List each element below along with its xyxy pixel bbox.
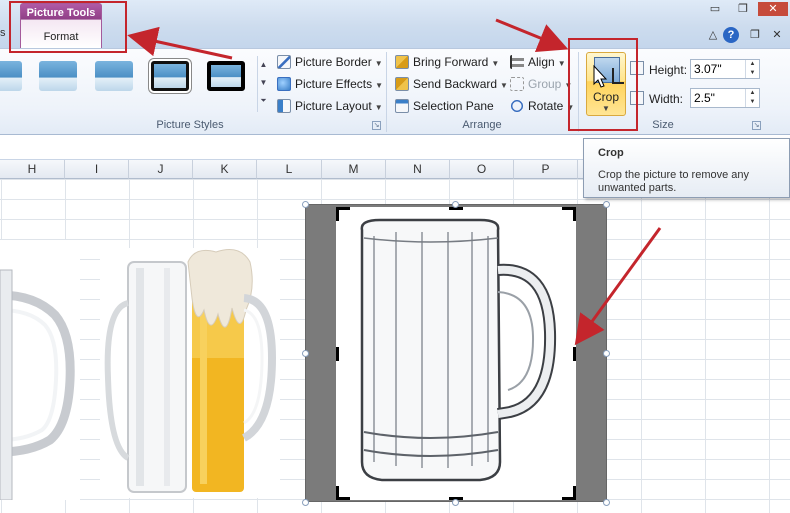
picture-style-thumb-1[interactable] [0,61,22,91]
arrange-group-label: Arrange [462,119,502,131]
crop-handle-top-right[interactable] [562,207,576,221]
bring-forward-icon [395,55,409,69]
column-header-h[interactable]: H [0,160,65,179]
width-spinner-arrows[interactable]: ▲ ▼ [745,89,759,107]
picture-border-icon [277,55,291,69]
resize-handle-bottom-right[interactable] [603,499,610,506]
height-label: Height: [649,63,688,77]
tooltip-body: Crop the picture to remove any unwanted … [598,169,750,194]
column-header-i[interactable]: I [65,160,129,179]
gallery-scroll-arrows[interactable]: ▲ ▼ ⏷ [257,56,269,112]
glass-mug-image[interactable] [340,212,572,496]
crop-handle-right[interactable] [573,347,576,361]
resize-handle-top[interactable] [452,201,459,208]
selection-pane-button[interactable]: Selection Pane [395,97,494,115]
picture-layout-button[interactable]: Picture Layout ▼ [277,97,383,115]
picture-style-thumb-5[interactable] [207,61,245,91]
picture-styles-launcher-icon[interactable]: ↘ [372,121,381,130]
picture-style-thumb-2[interactable] [39,61,77,91]
tooltip-title: Crop [598,147,624,159]
column-header-j[interactable]: J [129,160,193,179]
annotation-box-format-tab [9,1,127,53]
column-header-k[interactable]: K [193,160,257,179]
column-header-l[interactable]: L [257,160,322,179]
annotation-box-crop-button [568,38,638,131]
picture-styles-group-label: Picture Styles [156,119,224,131]
rotate-icon [510,99,524,113]
resize-handle-bottom[interactable] [452,499,459,506]
height-field[interactable]: ▲▼ [690,59,760,79]
picture-style-thumb-3[interactable] [95,61,133,91]
workbook-close-icon[interactable]: ✕ [768,28,786,44]
align-button[interactable]: Align ▼ [510,53,566,71]
resize-handle-right[interactable] [603,350,610,357]
workbook-restore-icon[interactable]: ❐ [746,28,764,44]
mug-image-partial[interactable] [0,240,80,500]
resize-handle-top-right[interactable] [603,201,610,208]
height-input[interactable] [691,60,745,78]
crop-handle-left[interactable] [336,347,339,361]
picture-layout-icon [277,99,291,113]
crop-handle-top-left[interactable] [336,207,350,221]
crop-handle-bottom-left[interactable] [336,486,350,500]
selection-pane-icon [395,99,409,113]
column-header-o[interactable]: O [450,160,514,179]
crop-tooltip: Crop Crop the picture to remove any unwa… [583,138,790,198]
rotate-button[interactable]: Rotate ▼ [510,97,574,115]
picture-style-thumb-4[interactable] [151,61,189,91]
size-launcher-icon[interactable]: ↘ [752,121,761,130]
ribbon-collapse-icon[interactable]: △ [704,28,722,44]
height-spinner-arrows[interactable]: ▲ ▼ [745,60,759,78]
column-header-n[interactable]: N [386,160,450,179]
align-icon [510,55,524,69]
resize-handle-top-left[interactable] [302,201,309,208]
resize-handle-left[interactable] [302,350,309,357]
send-backward-button[interactable]: Send Backward ▼ [395,75,508,93]
tab-partial-left[interactable]: s [0,27,6,39]
column-header-p[interactable]: P [514,160,578,179]
picture-border-button[interactable]: Picture Border ▼ [277,53,383,71]
crop-handle-bottom-right[interactable] [562,486,576,500]
help-icon[interactable]: ? [723,27,739,43]
minimize-button[interactable]: ▭ [702,2,728,16]
width-input[interactable] [691,89,745,107]
send-backward-icon [395,77,409,91]
picture-effects-icon [277,77,291,91]
bring-forward-button[interactable]: Bring Forward ▼ [395,53,499,71]
width-label: Width: [649,92,684,106]
restore-button[interactable]: ❐ [730,2,756,16]
group-icon [510,77,524,91]
picture-effects-button[interactable]: Picture Effects ▼ [277,75,383,93]
column-header-m[interactable]: M [322,160,386,179]
group-button[interactable]: Group ▼ [510,75,572,93]
width-field[interactable]: ▲▼ [690,88,760,108]
beer-mugs-image[interactable] [100,248,280,498]
resize-handle-bottom-left[interactable] [302,499,309,506]
close-button[interactable]: ✕ [758,2,788,16]
